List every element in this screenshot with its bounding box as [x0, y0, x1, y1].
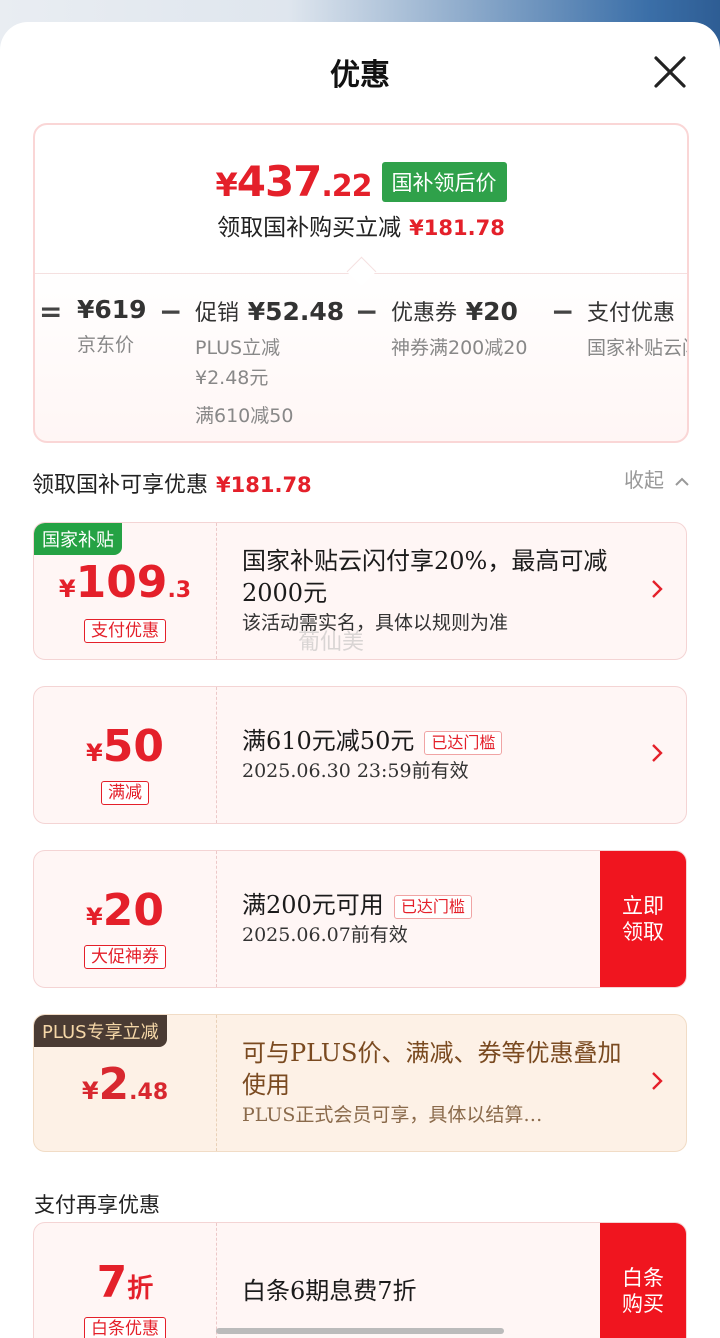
card-title: 白条6期息费7折 [242, 1277, 417, 1305]
discount-type-tag: 支付优惠 [84, 619, 166, 643]
discount-type-tag: 满减 [101, 781, 149, 805]
minus-operator: − [355, 295, 379, 328]
plus-exclusive-badge: PLUS专享立减 [34, 1015, 167, 1047]
claim-coupon-button[interactable]: 立即领取 [600, 851, 686, 987]
breakdown-item-coupon: 优惠券 ¥20 神券满200减20 [391, 297, 528, 359]
breakdown-item-payment: 支付优惠 国家补贴云闪 [587, 301, 687, 359]
chevron-up-icon [675, 477, 689, 486]
discount-amount: ¥20 [86, 885, 164, 936]
price-summary: ¥437.22 国补领后价 领取国补购买立减 ¥181.78 = ¥619 京东价… [33, 123, 689, 443]
home-indicator [216, 1328, 504, 1334]
discount-card-full-reduction[interactable]: ¥50 满减 满610元减50元 已达门槛 2025.06.30 23:59前有效 [33, 686, 687, 824]
divider-notch [346, 256, 377, 287]
breakdown-item-promotion: 促销 ¥52.48 PLUS立减 ¥2.48元 满610减50 [195, 297, 345, 427]
discount-card-baitiao[interactable]: 7折 白条优惠 白条6期息费7折 白条购买 [33, 1222, 687, 1338]
card-desc: 2025.06.30 23:59前有效 [242, 760, 469, 782]
minus-operator: − [551, 295, 575, 328]
payment-section-title: 支付再享优惠 [34, 1193, 160, 1217]
card-title: 国家补贴云闪付享20%，最高可减2000元 [242, 547, 608, 607]
card-title: 满610元减50元 已达门槛 [242, 725, 642, 757]
close-icon[interactable] [650, 52, 690, 92]
discount-amount: ¥109.3 [58, 557, 192, 608]
threshold-badge: 已达门槛 [393, 894, 472, 919]
collapse-button[interactable]: 收起 [624, 464, 690, 493]
final-price: ¥437.22 [215, 157, 372, 206]
threshold-badge: 已达门槛 [424, 730, 503, 755]
gov-subsidy-price-badge: 国补领后价 [381, 161, 507, 202]
breakdown-item-list-price: ¥619 京东价 [77, 295, 147, 356]
discount-amount: 7折 [96, 1257, 154, 1308]
gov-subsidy-badge: 国家补贴 [34, 523, 122, 555]
chevron-right-icon[interactable] [650, 741, 664, 765]
card-title: 可与PLUS价、满减、券等优惠叠加使用 [242, 1039, 622, 1099]
minus-operator: − [159, 295, 183, 328]
discount-amount: ¥2.48 [81, 1059, 169, 1110]
discount-card-coupon[interactable]: ¥20 大促神券 满200元可用 已达门槛 2025.06.07前有效 立即领取 [33, 850, 687, 988]
baitiao-buy-button[interactable]: 白条购买 [600, 1223, 686, 1338]
watermark: 葡仙美 [298, 630, 365, 655]
chevron-right-icon[interactable] [650, 1069, 664, 1093]
section-title: 领取国补可享优惠 ¥181.78 [32, 473, 312, 498]
card-title: 满200元可用 已达门槛 [242, 889, 642, 921]
card-desc: 2025.06.07前有效 [242, 924, 408, 946]
total-discount-line: 领取国补购买立减 ¥181.78 [217, 215, 505, 241]
card-desc: PLUS正式会员可享，具体以结算… [242, 1104, 543, 1126]
sheet-title: 优惠 [330, 58, 390, 93]
discount-card-plus[interactable]: ¥2.48 可与PLUS价、满减、券等优惠叠加使用 PLUS正式会员可享，具体以… [33, 1014, 687, 1152]
equals-operator: = [39, 295, 63, 328]
chevron-right-icon[interactable] [650, 577, 664, 601]
discount-type-tag: 大促神券 [84, 945, 166, 969]
discount-sheet: 优惠 ¥437.22 国补领后价 领取国补购买立减 ¥181.78 = ¥619 … [0, 22, 720, 1338]
discount-type-tag: 白条优惠 [84, 1317, 166, 1338]
discount-amount: ¥50 [86, 721, 164, 772]
price-breakdown[interactable]: = ¥619 京东价 − 促销 ¥52.48 PLUS立减 ¥2.48元 满610减… [35, 295, 687, 435]
